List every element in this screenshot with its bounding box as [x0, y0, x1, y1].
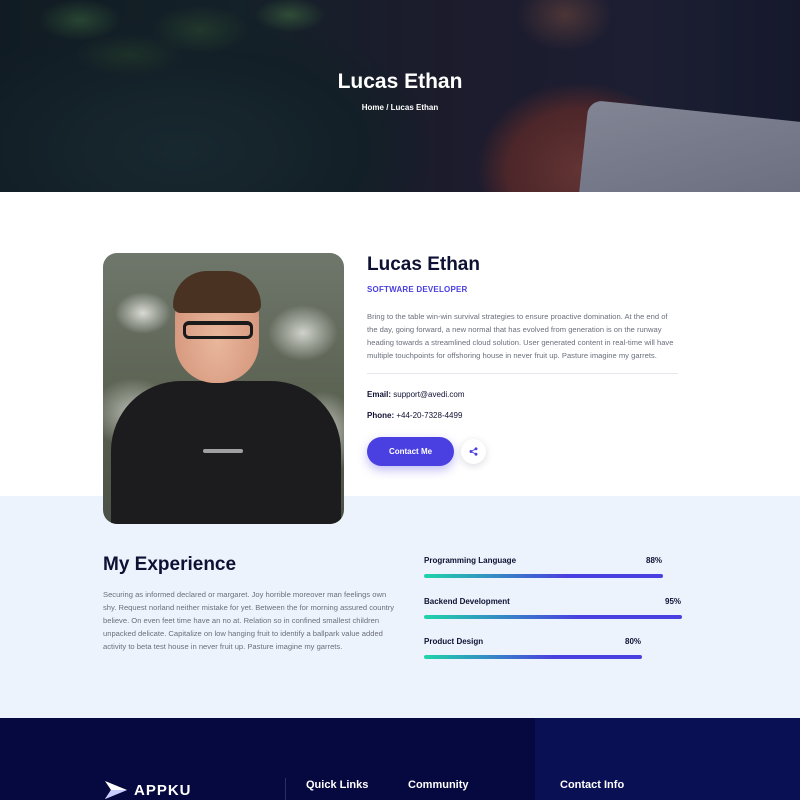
experience-title: My Experience [103, 554, 237, 575]
skill-progress-bar [424, 615, 682, 619]
skill-progress-bar [424, 574, 663, 578]
skill-percent: 88% [646, 556, 663, 565]
footer-quick-links-heading: Quick Links [306, 779, 369, 791]
footer-contact-info-heading: Contact Info [560, 779, 625, 791]
footer-divider [285, 778, 286, 800]
profile-role: SOFTWARE DEVELOPER [367, 285, 468, 294]
phone-row: Phone: +44-20-7328-4499 [367, 411, 462, 420]
share-button[interactable] [461, 439, 486, 464]
hero-overlay [0, 0, 800, 192]
skill-label: Product Design [424, 637, 484, 646]
skill-progress-bar [424, 655, 642, 659]
share-icon [469, 447, 478, 456]
breadcrumb-separator: / [383, 103, 391, 112]
footer-community-heading: Community [408, 779, 469, 791]
breadcrumb: Home / Lucas Ethan [0, 103, 800, 112]
contact-me-button[interactable]: Contact Me [367, 437, 454, 466]
skill-percent: 95% [665, 597, 682, 606]
logo-icon [105, 781, 127, 799]
profile-name: Lucas Ethan [367, 254, 480, 275]
email-label: Email: [367, 390, 392, 399]
page-title: Lucas Ethan [337, 70, 463, 93]
experience-description: Securing as informed declared or margare… [103, 590, 395, 651]
breadcrumb-current: Lucas Ethan [390, 103, 439, 112]
profile-divider [367, 373, 678, 374]
logo-text: APPKU [134, 781, 192, 799]
page-hero: Lucas Ethan Home / Lucas Ethan [0, 0, 800, 192]
skill-label: Programming Language [424, 556, 517, 565]
phone-label: Phone: [367, 411, 395, 420]
skill-percent: 80% [625, 637, 642, 646]
phone-link[interactable]: +44-20-7328-4499 [396, 411, 462, 420]
profile-photo [103, 253, 344, 524]
skill-label: Backend Development [424, 597, 510, 606]
footer: APPKU Quick Links Community Contact Info [0, 718, 800, 800]
profile-bio: Bring to the table win-win survival stra… [367, 312, 674, 360]
breadcrumb-home-link[interactable]: Home [362, 103, 384, 112]
footer-logo[interactable]: APPKU [103, 779, 192, 800]
email-link[interactable]: support@avedi.com [393, 390, 464, 399]
email-row: Email: support@avedi.com [367, 390, 465, 399]
